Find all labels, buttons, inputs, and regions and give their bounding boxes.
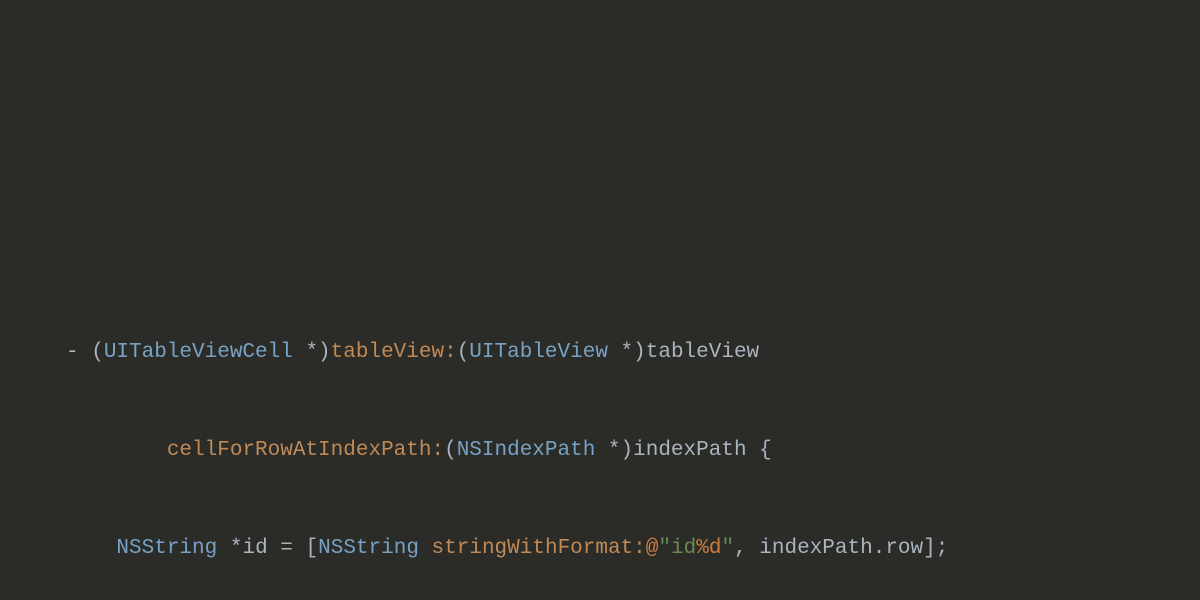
code-line[interactable]: - (UITableViewCell *)tableView:(UITableV… — [0, 337, 1200, 370]
code-line[interactable]: NSString *id = [NSString stringWithForma… — [0, 533, 1200, 566]
type: UITableViewCell — [104, 341, 293, 364]
punct: ]; — [923, 537, 948, 560]
identifier: id — [242, 537, 267, 560]
selector: tableView: — [331, 341, 457, 364]
code-editor[interactable]: - (UITableViewCell *)tableView:(UITableV… — [0, 272, 1200, 600]
punct: . — [873, 537, 886, 560]
type: UITableView — [469, 341, 608, 364]
indent — [66, 439, 167, 462]
code-line[interactable]: cellForRowAtIndexPath:(NSIndexPath *)ind… — [0, 435, 1200, 468]
type: NSString — [116, 537, 217, 560]
punct: *) — [608, 341, 646, 364]
punct: *) — [595, 439, 633, 462]
type: NSIndexPath — [457, 439, 596, 462]
identifier: indexPath — [633, 439, 746, 462]
string: " — [658, 537, 671, 560]
punct: , — [734, 537, 759, 560]
indent — [66, 537, 116, 560]
punct: = [ — [268, 537, 318, 560]
punct: - ( — [66, 341, 104, 364]
selector: stringWithFormat: — [432, 537, 646, 560]
punct: ( — [444, 439, 457, 462]
identifier: row — [885, 537, 923, 560]
punct: ( — [457, 341, 470, 364]
space — [419, 537, 432, 560]
identifier: indexPath — [759, 537, 872, 560]
brace: { — [747, 439, 772, 462]
format-spec: %d — [696, 537, 721, 560]
type: NSString — [318, 537, 419, 560]
punct: * — [217, 537, 242, 560]
identifier: tableView — [646, 341, 759, 364]
string: id — [671, 537, 696, 560]
selector: cellForRowAtIndexPath: — [167, 439, 444, 462]
string: " — [721, 537, 734, 560]
at-literal: @ — [646, 537, 659, 560]
punct: *) — [293, 341, 331, 364]
